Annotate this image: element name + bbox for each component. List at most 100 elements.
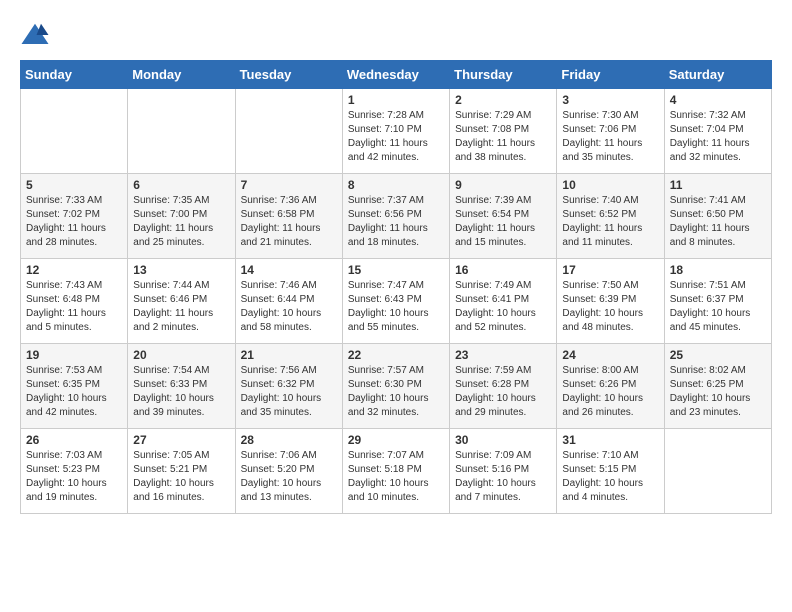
header-day-saturday: Saturday [664,61,771,89]
calendar-cell: 12 Sunrise: 7:43 AM Sunset: 6:48 PM Dayli… [21,259,128,344]
day-number: 6 [133,178,229,192]
calendar-cell: 2Sunrise: 7:29 AM Sunset: 7:08 PM Daylig… [450,89,557,174]
day-number: 5 [26,178,122,192]
cell-info: Sunrise: 8:00 AM Sunset: 6:26 PM Dayligh… [562,364,658,420]
calendar-cell: 27 Sunrise: 7:05 AM Sunset: 5:21 PM Dayli… [128,429,235,514]
day-number: 18 [670,263,766,277]
cell-info: Sunrise: 7:28 AM Sunset: 7:10 PM Dayligh… [348,109,444,165]
calendar-cell: 21 Sunrise: 7:56 AM Sunset: 6:32 PM Dayli… [235,344,342,429]
calendar-cell: 14Sunrise: 7:46 AM Sunset: 6:44 PM Dayli… [235,259,342,344]
calendar-cell [21,89,128,174]
calendar-cell: 29Sunrise: 7:07 AM Sunset: 5:18 PM Dayli… [342,429,449,514]
calendar-cell: 4 Sunrise: 7:32 AM Sunset: 7:04 PM Daylig… [664,89,771,174]
calendar-table: SundayMondayTuesdayWednesdayThursdayFrid… [20,60,772,514]
cell-info: Sunrise: 7:41 AM Sunset: 6:50 PM Dayligh… [670,194,766,250]
cell-info: Sunrise: 7:09 AM Sunset: 5:16 PM Dayligh… [455,449,551,505]
cell-info: Sunrise: 7:29 AM Sunset: 7:08 PM Dayligh… [455,109,551,165]
calendar-cell [128,89,235,174]
calendar-cell: 31Sunrise: 7:10 AM Sunset: 5:15 PM Dayli… [557,429,664,514]
day-number: 22 [348,348,444,362]
calendar-cell: 7 Sunrise: 7:36 AM Sunset: 6:58 PM Daylig… [235,174,342,259]
calendar-cell: 22 Sunrise: 7:57 AM Sunset: 6:30 PM Dayli… [342,344,449,429]
calendar-cell: 19Sunrise: 7:53 AM Sunset: 6:35 PM Dayli… [21,344,128,429]
calendar-cell: 20 Sunrise: 7:54 AM Sunset: 6:33 PM Dayli… [128,344,235,429]
logo [20,20,54,50]
cell-info: Sunrise: 7:43 AM Sunset: 6:48 PM Dayligh… [26,279,122,335]
day-number: 26 [26,433,122,447]
cell-info: Sunrise: 7:32 AM Sunset: 7:04 PM Dayligh… [670,109,766,165]
calendar-cell: 13 Sunrise: 7:44 AM Sunset: 6:46 PM Dayli… [128,259,235,344]
calendar-cell: 1 Sunrise: 7:28 AM Sunset: 7:10 PM Daylig… [342,89,449,174]
day-number: 4 [670,93,766,107]
calendar-cell: 30 Sunrise: 7:09 AM Sunset: 5:16 PM Dayli… [450,429,557,514]
week-row-2: 5 Sunrise: 7:33 AM Sunset: 7:02 PM Daylig… [21,174,772,259]
calendar-cell: 18 Sunrise: 7:51 AM Sunset: 6:37 PM Dayli… [664,259,771,344]
cell-info: Sunrise: 7:47 AM Sunset: 6:43 PM Dayligh… [348,279,444,335]
week-row-4: 19Sunrise: 7:53 AM Sunset: 6:35 PM Dayli… [21,344,772,429]
day-number: 19 [26,348,122,362]
cell-info: Sunrise: 7:46 AM Sunset: 6:44 PM Dayligh… [241,279,337,335]
cell-info: Sunrise: 7:06 AM Sunset: 5:20 PM Dayligh… [241,449,337,505]
calendar-cell: 23 Sunrise: 7:59 AM Sunset: 6:28 PM Dayli… [450,344,557,429]
cell-info: Sunrise: 7:44 AM Sunset: 6:46 PM Dayligh… [133,279,229,335]
header-day-monday: Monday [128,61,235,89]
day-number: 17 [562,263,658,277]
week-row-5: 26 Sunrise: 7:03 AM Sunset: 5:23 PM Dayli… [21,429,772,514]
cell-info: Sunrise: 7:35 AM Sunset: 7:00 PM Dayligh… [133,194,229,250]
calendar-cell: 8 Sunrise: 7:37 AM Sunset: 6:56 PM Daylig… [342,174,449,259]
day-number: 7 [241,178,337,192]
day-number: 16 [455,263,551,277]
cell-info: Sunrise: 7:59 AM Sunset: 6:28 PM Dayligh… [455,364,551,420]
cell-info: Sunrise: 7:40 AM Sunset: 6:52 PM Dayligh… [562,194,658,250]
day-number: 27 [133,433,229,447]
day-number: 30 [455,433,551,447]
cell-info: Sunrise: 7:03 AM Sunset: 5:23 PM Dayligh… [26,449,122,505]
cell-info: Sunrise: 7:30 AM Sunset: 7:06 PM Dayligh… [562,109,658,165]
day-number: 13 [133,263,229,277]
header-row: SundayMondayTuesdayWednesdayThursdayFrid… [21,61,772,89]
calendar-cell: 15Sunrise: 7:47 AM Sunset: 6:43 PM Dayli… [342,259,449,344]
cell-info: Sunrise: 8:02 AM Sunset: 6:25 PM Dayligh… [670,364,766,420]
day-number: 1 [348,93,444,107]
day-number: 10 [562,178,658,192]
calendar-cell: 24 Sunrise: 8:00 AM Sunset: 6:26 PM Dayli… [557,344,664,429]
calendar-cell: 3 Sunrise: 7:30 AM Sunset: 7:06 PM Daylig… [557,89,664,174]
day-number: 8 [348,178,444,192]
day-number: 31 [562,433,658,447]
cell-info: Sunrise: 7:36 AM Sunset: 6:58 PM Dayligh… [241,194,337,250]
day-number: 25 [670,348,766,362]
calendar-cell: 6 Sunrise: 7:35 AM Sunset: 7:00 PM Daylig… [128,174,235,259]
calendar-cell: 5 Sunrise: 7:33 AM Sunset: 7:02 PM Daylig… [21,174,128,259]
calendar-cell: 11 Sunrise: 7:41 AM Sunset: 6:50 PM Dayli… [664,174,771,259]
cell-info: Sunrise: 7:51 AM Sunset: 6:37 PM Dayligh… [670,279,766,335]
cell-info: Sunrise: 7:05 AM Sunset: 5:21 PM Dayligh… [133,449,229,505]
cell-info: Sunrise: 7:57 AM Sunset: 6:30 PM Dayligh… [348,364,444,420]
day-number: 3 [562,93,658,107]
day-number: 23 [455,348,551,362]
calendar-cell: 28 Sunrise: 7:06 AM Sunset: 5:20 PM Dayli… [235,429,342,514]
day-number: 12 [26,263,122,277]
page-header [20,20,772,50]
logo-icon [20,20,50,50]
header-day-friday: Friday [557,61,664,89]
day-number: 24 [562,348,658,362]
cell-info: Sunrise: 7:56 AM Sunset: 6:32 PM Dayligh… [241,364,337,420]
cell-info: Sunrise: 7:33 AM Sunset: 7:02 PM Dayligh… [26,194,122,250]
day-number: 20 [133,348,229,362]
header-day-tuesday: Tuesday [235,61,342,89]
day-number: 21 [241,348,337,362]
cell-info: Sunrise: 7:54 AM Sunset: 6:33 PM Dayligh… [133,364,229,420]
day-number: 28 [241,433,337,447]
cell-info: Sunrise: 7:07 AM Sunset: 5:18 PM Dayligh… [348,449,444,505]
week-row-3: 12 Sunrise: 7:43 AM Sunset: 6:48 PM Dayli… [21,259,772,344]
calendar-cell: 25 Sunrise: 8:02 AM Sunset: 6:25 PM Dayli… [664,344,771,429]
cell-info: Sunrise: 7:49 AM Sunset: 6:41 PM Dayligh… [455,279,551,335]
day-number: 11 [670,178,766,192]
cell-info: Sunrise: 7:37 AM Sunset: 6:56 PM Dayligh… [348,194,444,250]
calendar-cell: 17Sunrise: 7:50 AM Sunset: 6:39 PM Dayli… [557,259,664,344]
week-row-1: 1 Sunrise: 7:28 AM Sunset: 7:10 PM Daylig… [21,89,772,174]
calendar-cell: 9Sunrise: 7:39 AM Sunset: 6:54 PM Daylig… [450,174,557,259]
day-number: 9 [455,178,551,192]
header-day-wednesday: Wednesday [342,61,449,89]
calendar-cell: 16 Sunrise: 7:49 AM Sunset: 6:41 PM Dayli… [450,259,557,344]
